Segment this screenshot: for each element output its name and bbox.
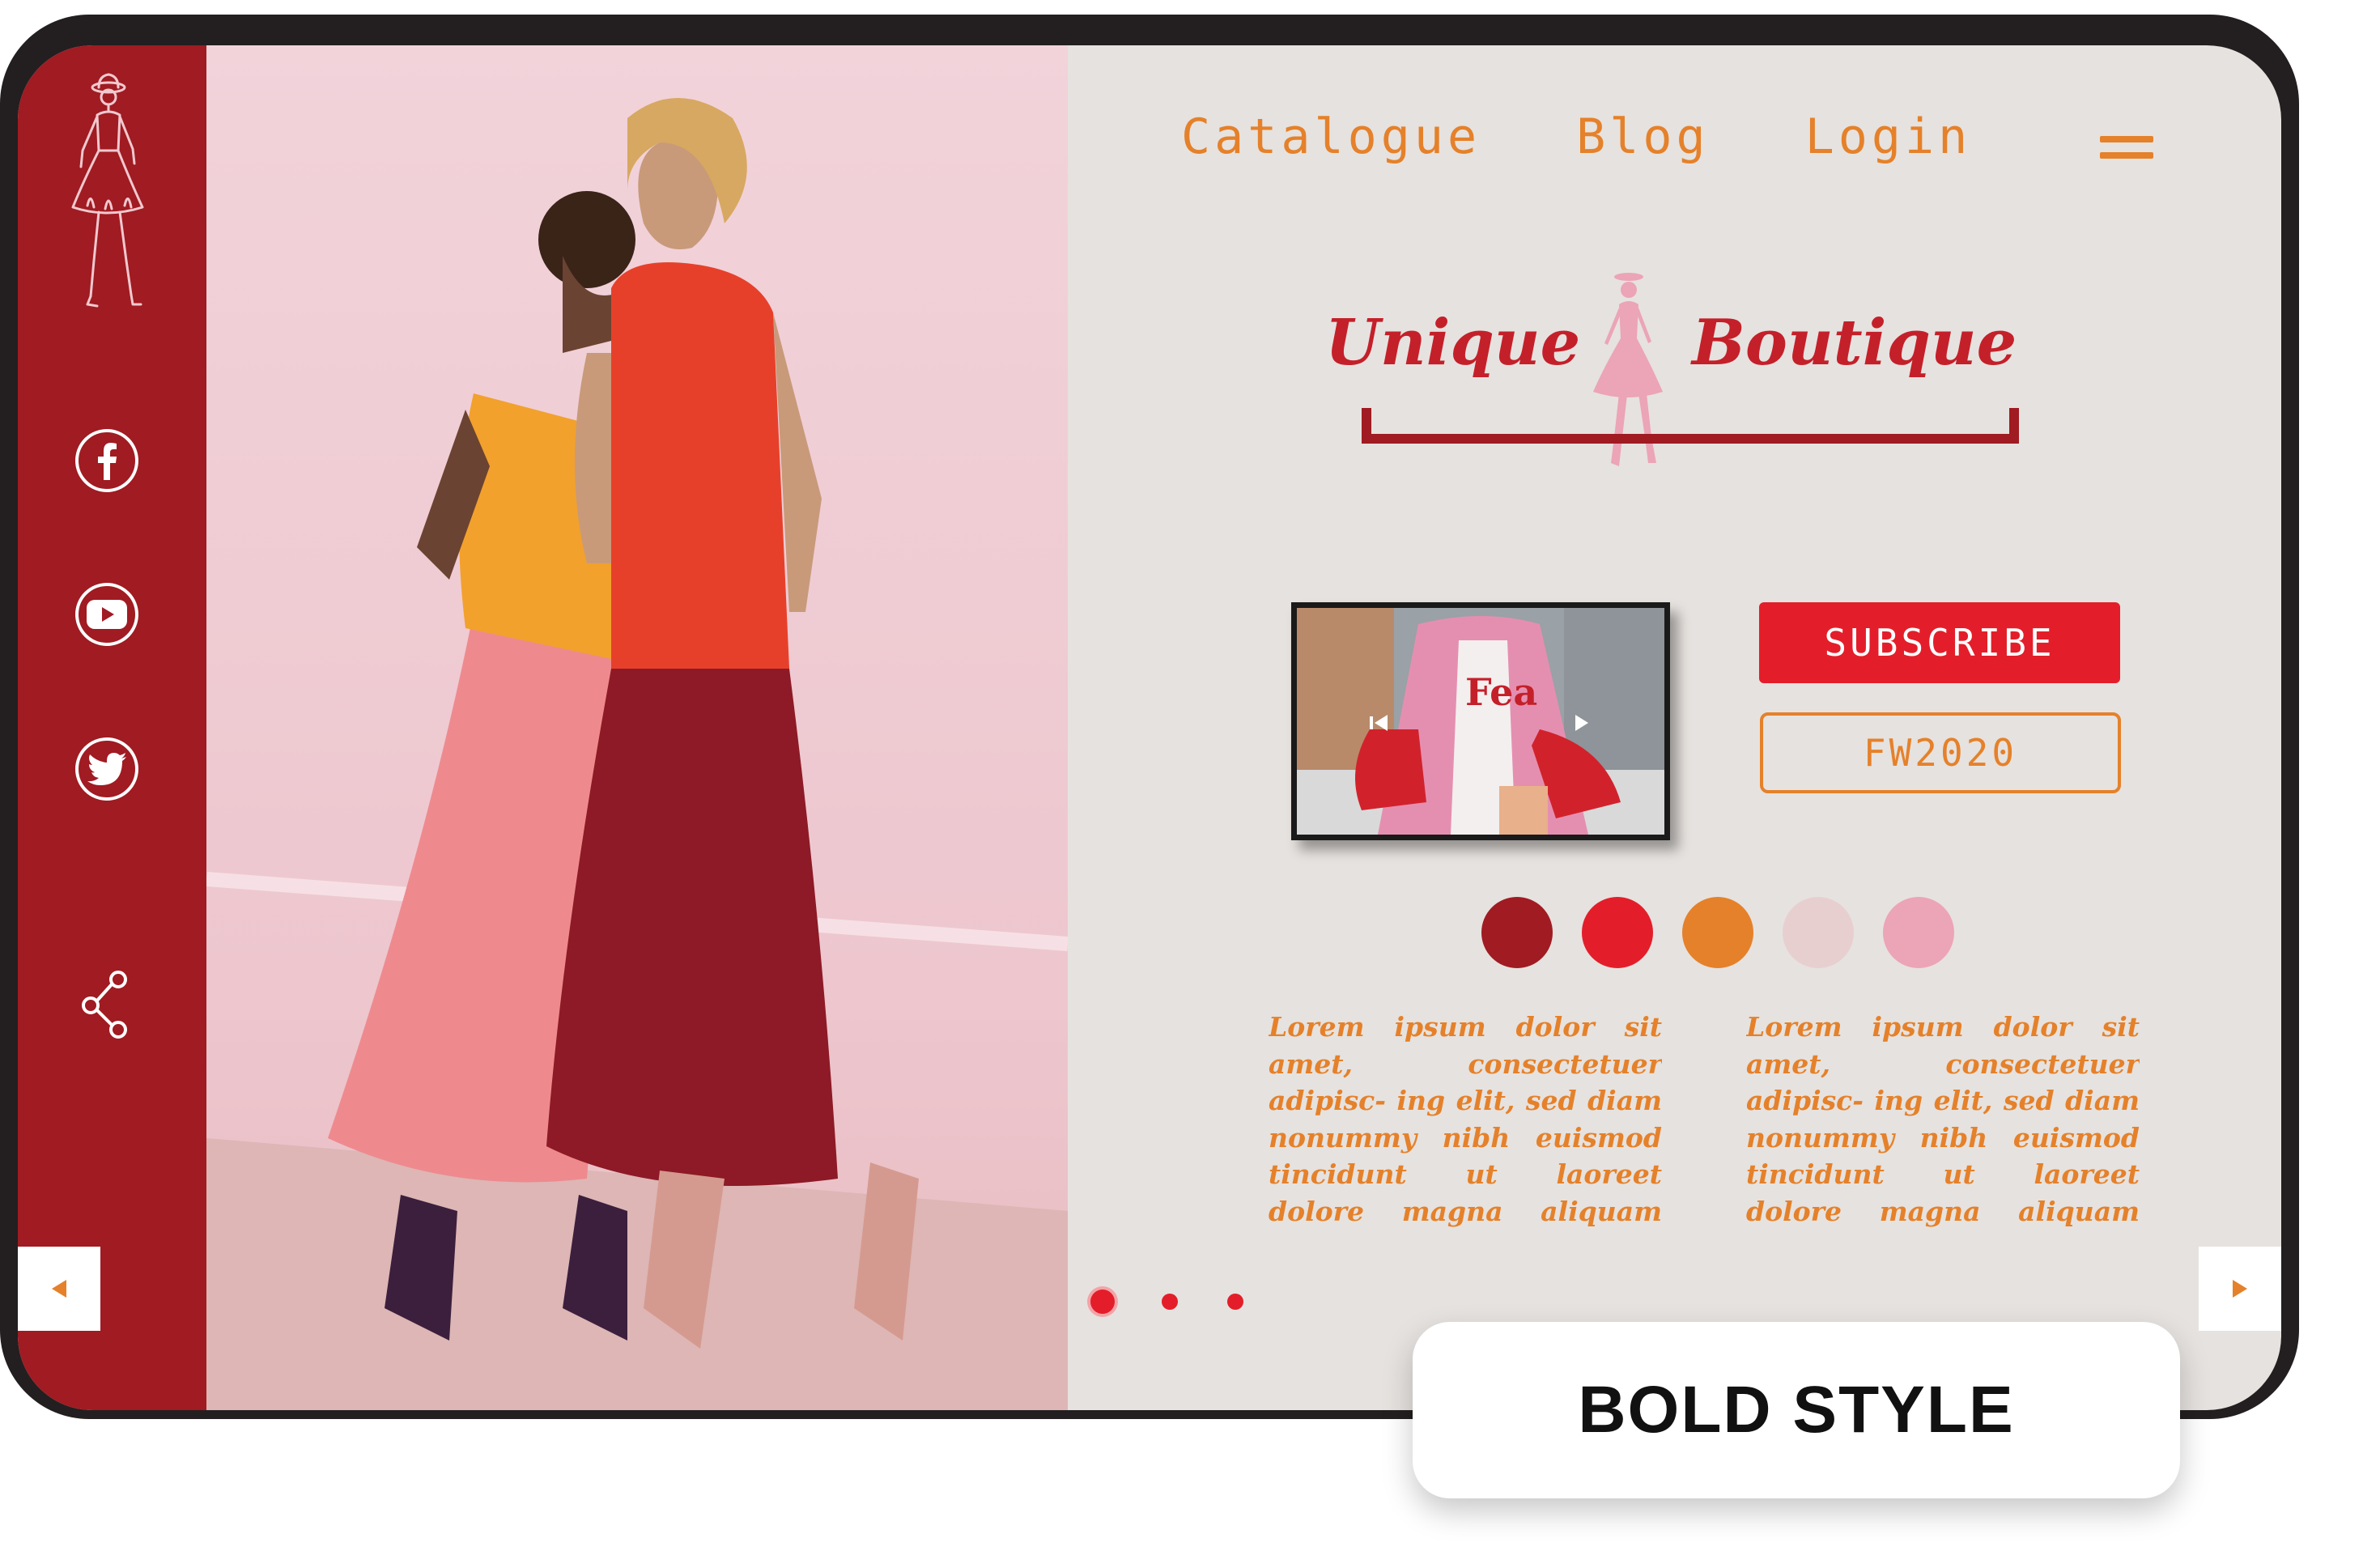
color-swatch[interactable] (1883, 897, 1954, 968)
hamburger-icon[interactable] (2100, 136, 2153, 165)
logo-text-left: Unique (1325, 306, 1581, 380)
nav-catalogue[interactable]: Catalogue (1181, 108, 1481, 165)
text-column-right: Lorem ipsum dolor sit amet, consectetuer… (1746, 1011, 2140, 1227)
top-nav: Catalogue Blog Login (1181, 108, 1971, 165)
next-arrow-button[interactable] (2199, 1247, 2281, 1331)
logo-text-right: Boutique (1692, 306, 2017, 380)
nav-login[interactable]: Login (1805, 108, 1972, 165)
color-swatch[interactable] (1481, 897, 1553, 968)
text-column-left: Lorem ipsum dolor sit amet, consectetuer… (1269, 1011, 1662, 1227)
badge-label: BOLD STYLE (1578, 1373, 2015, 1447)
fashion-figure-icon (71, 73, 144, 308)
carousel-dot[interactable] (1162, 1294, 1178, 1310)
style-badge: BOLD STYLE (1413, 1322, 2180, 1498)
screen: Catalogue Blog Login Unique Boutique Fea… (18, 45, 2281, 1410)
share-icon[interactable] (79, 968, 136, 1041)
color-swatch[interactable] (1783, 897, 1854, 968)
collection-button[interactable]: FW2020 (1760, 712, 2121, 793)
svg-text:Fea: Fea (1465, 670, 1537, 714)
nav-blog[interactable]: Blog (1576, 108, 1710, 165)
youtube-icon[interactable] (75, 583, 138, 646)
video-thumbnail[interactable]: Fea (1291, 602, 1670, 840)
color-swatch[interactable] (1582, 897, 1653, 968)
color-swatch[interactable] (1682, 897, 1753, 968)
hero-photo (206, 45, 1068, 1410)
video-preview-image: Fea (1297, 608, 1664, 835)
device-frame: Catalogue Blog Login Unique Boutique Fea… (0, 15, 2299, 1419)
subscribe-button[interactable]: SUBSCRIBE (1759, 602, 2120, 683)
carousel-dot[interactable] (1227, 1294, 1243, 1310)
chevron-right-icon (2233, 1280, 2247, 1298)
skip-forward-icon[interactable] (1572, 713, 1595, 733)
chevron-left-icon (52, 1280, 66, 1298)
logo-underline (1362, 408, 2019, 444)
carousel-dot-active[interactable] (1090, 1290, 1115, 1314)
twitter-icon[interactable] (75, 737, 138, 801)
facebook-icon[interactable] (75, 429, 138, 492)
sidebar (18, 45, 206, 1410)
fashion-models-image (206, 45, 1068, 1410)
prev-arrow-button[interactable] (18, 1247, 100, 1331)
skip-back-icon[interactable] (1370, 713, 1397, 733)
